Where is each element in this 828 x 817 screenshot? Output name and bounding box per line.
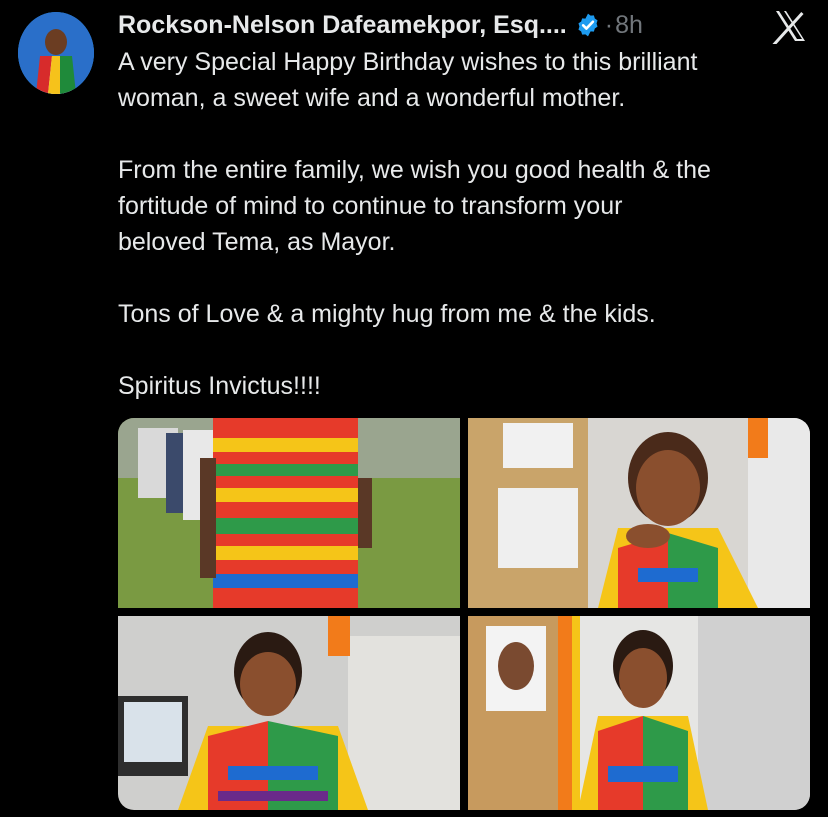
author-name[interactable]: Rockson-Nelson Dafeamekpor, Esq.... bbox=[118, 11, 567, 40]
tweet-header: Rockson-Nelson Dafeamekpor, Esq.... · 8h bbox=[118, 8, 643, 42]
media-photo-2[interactable] bbox=[468, 418, 810, 608]
author-avatar[interactable] bbox=[18, 12, 94, 94]
media-photo-1[interactable] bbox=[118, 418, 460, 608]
tweet-timestamp[interactable]: 8h bbox=[615, 11, 643, 40]
tweet-text: A very Special Happy Birthday wishes to … bbox=[118, 48, 711, 400]
media-photo-4[interactable] bbox=[468, 616, 810, 810]
media-grid bbox=[118, 418, 810, 810]
verified-badge-icon bbox=[578, 13, 598, 37]
media-photo-3[interactable] bbox=[118, 616, 460, 810]
time-separator: · bbox=[604, 10, 614, 39]
x-logo-icon bbox=[772, 11, 805, 44]
